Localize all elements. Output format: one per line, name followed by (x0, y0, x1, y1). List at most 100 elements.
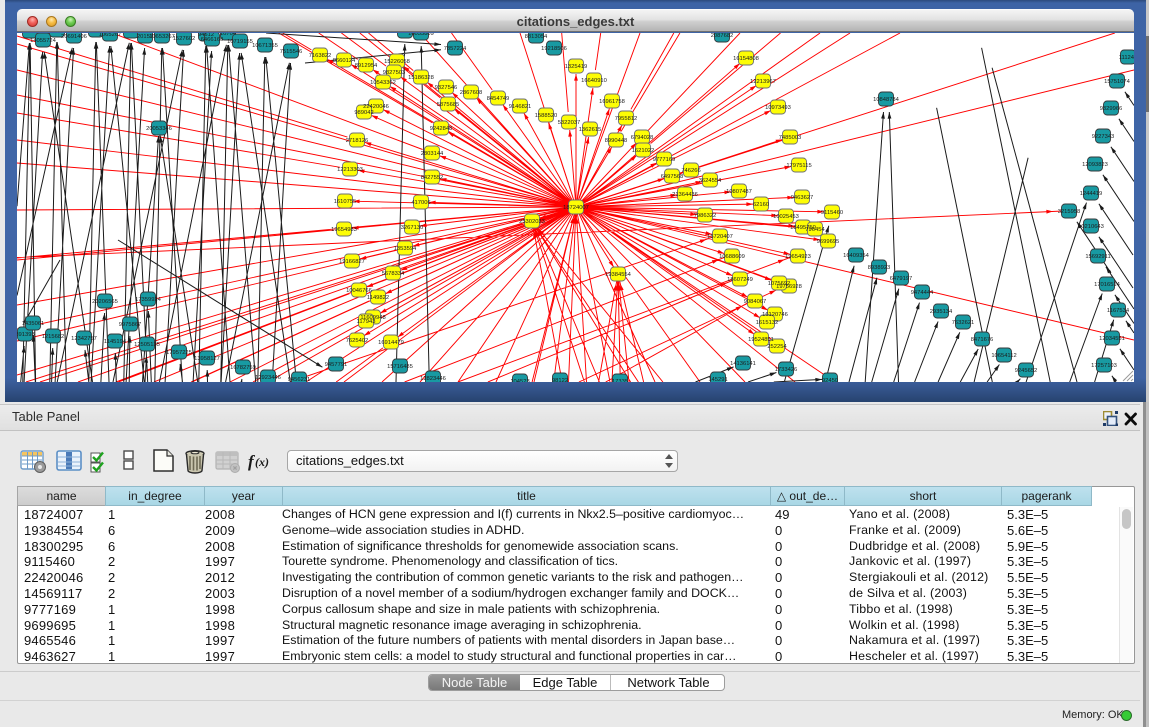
svg-text:9474444: 9474444 (911, 290, 934, 296)
svg-text:746266: 746266 (681, 168, 700, 174)
svg-text:12342757: 12342757 (71, 336, 97, 342)
svg-text:6497568: 6497568 (661, 174, 684, 180)
svg-text:19166827: 19166827 (339, 259, 365, 265)
svg-text:104523: 104523 (510, 379, 529, 382)
svg-text:12034551: 12034551 (1099, 336, 1125, 342)
svg-text:19654983: 19654983 (331, 227, 357, 233)
svg-text:25302033: 25302033 (519, 219, 545, 225)
svg-text:92450: 92450 (822, 378, 838, 382)
svg-text:19384554: 19384554 (605, 272, 632, 278)
svg-text:9115460: 9115460 (821, 210, 843, 216)
svg-text:12093823: 12093823 (1082, 162, 1108, 168)
svg-text:17016514: 17016514 (1094, 282, 1121, 288)
svg-text:7625402: 7625402 (346, 338, 369, 344)
svg-text:3215958: 3215958 (1058, 209, 1081, 215)
svg-text:62160: 62160 (753, 202, 769, 208)
svg-text:10848784: 10848784 (873, 97, 900, 103)
svg-text:796454: 796454 (805, 227, 825, 233)
svg-text:12505135: 12505135 (134, 342, 160, 348)
svg-text:19218506: 19218506 (541, 46, 567, 52)
svg-text:10671355: 10671355 (252, 43, 278, 49)
svg-text:1325419: 1325419 (565, 64, 588, 70)
svg-text:10688609: 10688609 (719, 254, 745, 260)
svg-text:1244419: 1244419 (1080, 191, 1103, 197)
svg-text:9146821: 9146821 (509, 104, 532, 110)
svg-text:20053346: 20053346 (146, 126, 172, 132)
svg-text:9463627: 9463627 (791, 195, 814, 201)
svg-text:10046766: 10046766 (346, 288, 372, 294)
svg-text:2803144: 2803144 (421, 151, 444, 157)
svg-text:1075692: 1075692 (768, 281, 791, 287)
svg-text:6479197: 6479197 (890, 276, 913, 282)
svg-text:1353594: 1353594 (394, 246, 417, 252)
svg-text:2087682: 2087682 (711, 33, 734, 39)
svg-text:8660124: 8660124 (333, 58, 356, 64)
svg-text:8813054: 8813054 (525, 34, 548, 40)
svg-text:7986322: 7986322 (694, 213, 717, 219)
svg-text:16409354: 16409354 (843, 253, 870, 259)
svg-text:391393: 391393 (17, 332, 35, 338)
svg-text:1527602: 1527602 (173, 36, 196, 42)
svg-text:2718126: 2718126 (346, 138, 369, 144)
svg-text:20206565: 20206565 (92, 299, 118, 305)
svg-text:1621022: 1621022 (632, 148, 655, 154)
svg-text:10807487: 10807487 (726, 189, 752, 195)
svg-text:111246: 111246 (1119, 55, 1134, 61)
svg-text:9777169: 9777169 (653, 157, 676, 163)
svg-text:12923446: 12923446 (255, 375, 281, 381)
svg-text:21364436: 21364436 (672, 192, 698, 198)
svg-text:12213967: 12213967 (750, 79, 776, 85)
svg-text:6466160: 6466160 (201, 37, 224, 43)
svg-text:1167534: 1167534 (1107, 308, 1130, 314)
svg-text:14055724: 14055724 (30, 38, 57, 44)
svg-text:3624554: 3624554 (699, 178, 722, 184)
svg-text:16961758: 16961758 (599, 99, 625, 105)
svg-text:7163822: 7163822 (309, 53, 332, 59)
svg-text:9327546: 9327546 (435, 85, 458, 91)
svg-text:16120746: 16120746 (762, 312, 788, 318)
svg-text:9975867: 9975867 (119, 322, 142, 328)
svg-text:117943: 117943 (357, 319, 376, 325)
svg-text:1615132: 1615132 (756, 320, 779, 326)
svg-text:1435061: 1435061 (22, 321, 45, 327)
svg-text:16033809: 16033809 (408, 33, 434, 37)
svg-text:7485003: 7485003 (779, 135, 802, 141)
svg-text:9329966: 9329966 (1100, 106, 1123, 112)
svg-text:15720407: 15720407 (707, 234, 733, 240)
svg-text:15186328: 15186328 (408, 75, 434, 81)
svg-text:252254: 252254 (767, 344, 787, 350)
svg-text:10543362: 10543362 (370, 80, 396, 86)
svg-text:16914479: 16914479 (378, 340, 404, 346)
svg-text:10719155: 10719155 (227, 39, 253, 45)
svg-text:17359924: 17359924 (135, 297, 162, 303)
svg-text:10973493: 10973493 (765, 105, 791, 111)
svg-text:17975115: 17975115 (786, 163, 811, 169)
svg-text:18607249: 18607249 (727, 277, 753, 283)
svg-text:19654923: 19654923 (785, 254, 811, 260)
svg-text:9242848: 9242848 (430, 126, 453, 132)
svg-text:19524851: 19524851 (748, 337, 774, 343)
svg-text:9827503: 9827503 (383, 70, 406, 76)
svg-text:12823446: 12823446 (420, 376, 446, 382)
svg-text:9456231: 9456231 (288, 377, 311, 382)
svg-text:9084067: 9084067 (744, 299, 767, 305)
svg-text:15226058: 15226058 (384, 59, 410, 65)
svg-text:16782759: 16782759 (230, 365, 256, 371)
svg-text:5322037: 5322037 (558, 120, 581, 126)
svg-text:8427552: 8427552 (421, 175, 444, 181)
svg-text:98122: 98122 (552, 378, 568, 382)
svg-text:2935134: 2935134 (930, 309, 953, 315)
svg-text:8938923: 8938923 (868, 265, 891, 271)
svg-text:3948: 3948 (24, 33, 37, 35)
svg-text:417006: 417006 (411, 200, 430, 206)
svg-text:1733426: 1733426 (775, 367, 798, 373)
svg-text:7632621: 7632621 (952, 320, 975, 326)
svg-text:(x): (x) (255, 455, 269, 469)
svg-text:10654112: 10654112 (991, 353, 1016, 359)
svg-text:17335: 17335 (612, 379, 628, 382)
svg-text:8990448: 8990448 (605, 138, 628, 144)
svg-text:16154808: 16154808 (733, 56, 759, 62)
svg-text:7515546: 7515546 (280, 49, 303, 55)
svg-text:1215682: 1215682 (42, 334, 65, 340)
svg-text:15692911: 15692911 (1085, 254, 1110, 260)
